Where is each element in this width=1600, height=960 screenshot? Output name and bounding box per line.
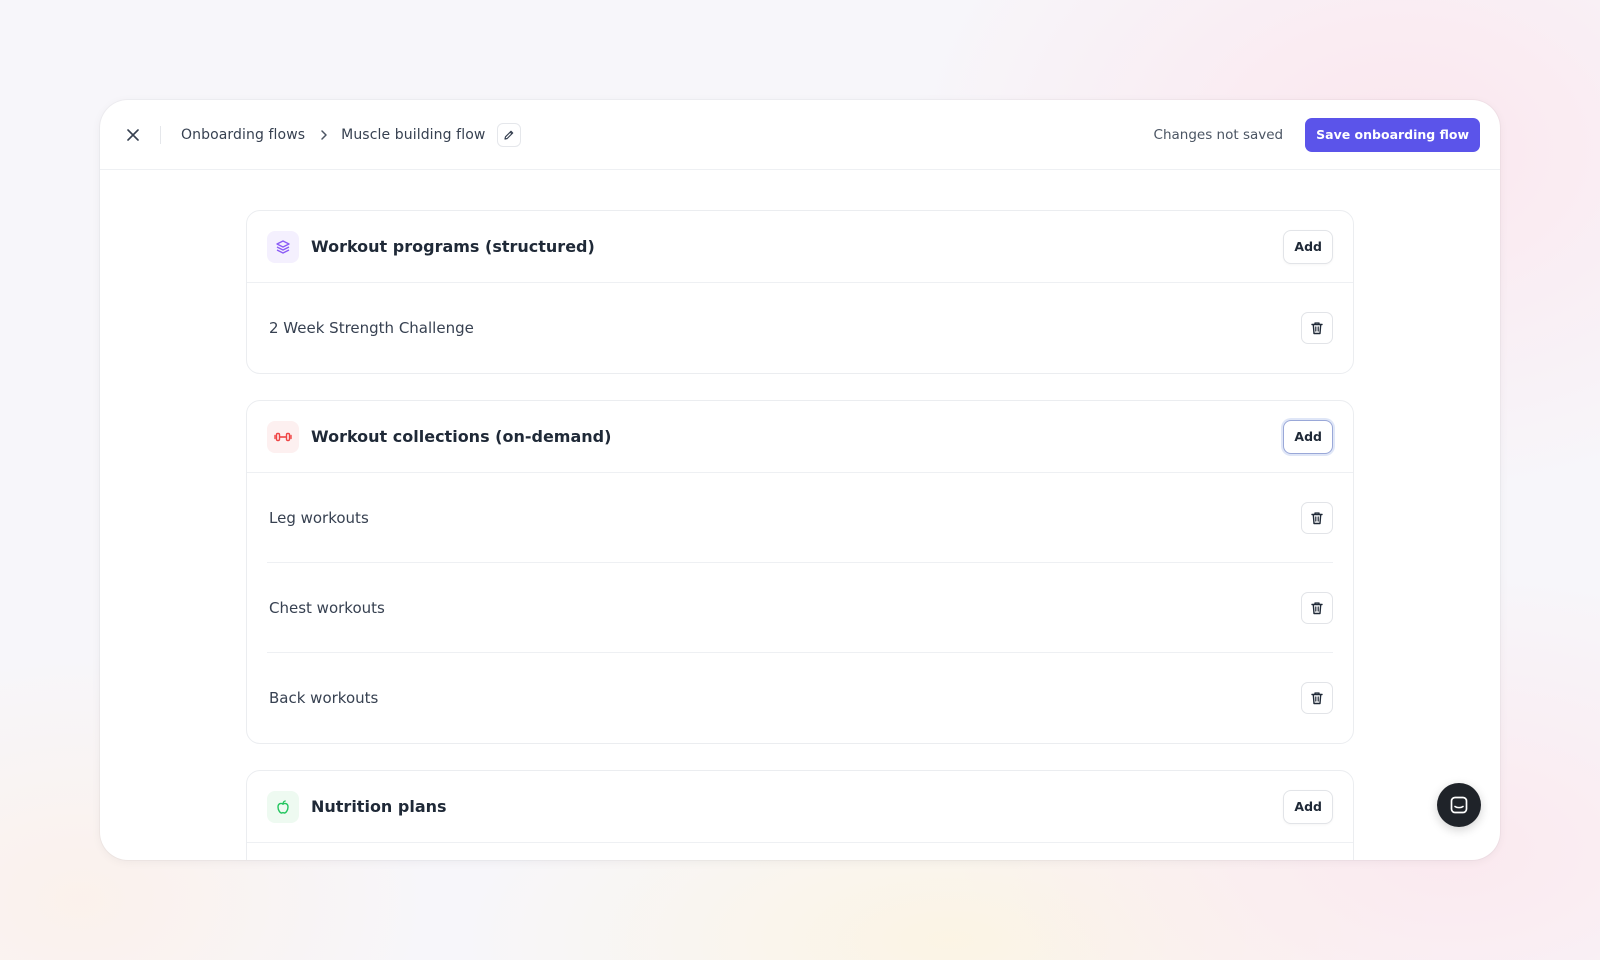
section-workout-programs: Workout programs (structured) Add 2 Week… bbox=[246, 210, 1354, 374]
apple-icon bbox=[267, 790, 299, 823]
breadcrumb-current-flow: Muscle building flow bbox=[341, 126, 486, 143]
list-item: Chest workouts bbox=[267, 563, 1333, 653]
trash-icon bbox=[1311, 322, 1323, 335]
delete-item-button[interactable] bbox=[1301, 501, 1333, 534]
add-workout-collection-button[interactable]: Add bbox=[1283, 419, 1333, 454]
dumbbell-icon bbox=[267, 420, 299, 453]
section-header: Nutrition plans Add bbox=[247, 771, 1353, 843]
delete-item-button[interactable] bbox=[1301, 591, 1333, 624]
onboarding-flow-editor: Onboarding flows Muscle building flow Ch… bbox=[100, 100, 1500, 860]
layers-icon bbox=[267, 230, 299, 263]
top-bar: Onboarding flows Muscle building flow Ch… bbox=[100, 100, 1500, 170]
trash-icon bbox=[1311, 692, 1323, 705]
item-list: 2 Week Strength Challenge bbox=[247, 283, 1353, 373]
close-button[interactable] bbox=[120, 122, 146, 148]
trash-icon bbox=[1311, 601, 1323, 614]
item-label: 2 Week Strength Challenge bbox=[269, 319, 474, 337]
breadcrumb-onboarding-flows[interactable]: Onboarding flows bbox=[181, 127, 305, 143]
edit-name-button[interactable] bbox=[497, 122, 522, 147]
chat-launcher-button[interactable] bbox=[1437, 783, 1481, 827]
section-title: Workout programs (structured) bbox=[311, 237, 595, 256]
section-workout-collections: Workout collections (on-demand) Add Leg … bbox=[246, 400, 1354, 744]
chat-icon bbox=[1450, 796, 1468, 814]
item-label: Back workouts bbox=[269, 689, 379, 707]
delete-item-button[interactable] bbox=[1301, 312, 1333, 344]
item-label: Chest workouts bbox=[269, 598, 385, 617]
section-header: Workout programs (structured) Add bbox=[247, 211, 1353, 283]
add-nutrition-plan-button[interactable]: Add bbox=[1283, 789, 1333, 824]
trash-icon bbox=[1311, 511, 1323, 524]
item-label: Leg workouts bbox=[269, 508, 369, 527]
add-workout-program-button[interactable]: Add bbox=[1283, 229, 1333, 264]
section-title: Workout collections (on-demand) bbox=[311, 427, 612, 446]
list-item: Leg workouts bbox=[267, 473, 1333, 563]
close-icon bbox=[127, 128, 139, 141]
content-area: Workout programs (structured) Add 2 Week… bbox=[100, 170, 1500, 860]
pencil-icon bbox=[504, 130, 514, 140]
item-list: Leg workouts Chest workouts Back workout… bbox=[247, 473, 1353, 743]
section-header: Workout collections (on-demand) Add bbox=[247, 401, 1353, 473]
divider bbox=[160, 125, 161, 144]
save-status: Changes not saved bbox=[1153, 126, 1284, 143]
section-nutrition-plans: Nutrition plans Add bbox=[246, 770, 1354, 860]
section-title: Nutrition plans bbox=[311, 797, 447, 816]
chevron-right-icon bbox=[320, 129, 328, 141]
list-item: Back workouts bbox=[267, 653, 1333, 743]
delete-item-button[interactable] bbox=[1301, 682, 1333, 714]
list-item: 2 Week Strength Challenge bbox=[267, 283, 1333, 373]
save-onboarding-flow-button[interactable]: Save onboarding flow bbox=[1305, 117, 1480, 152]
